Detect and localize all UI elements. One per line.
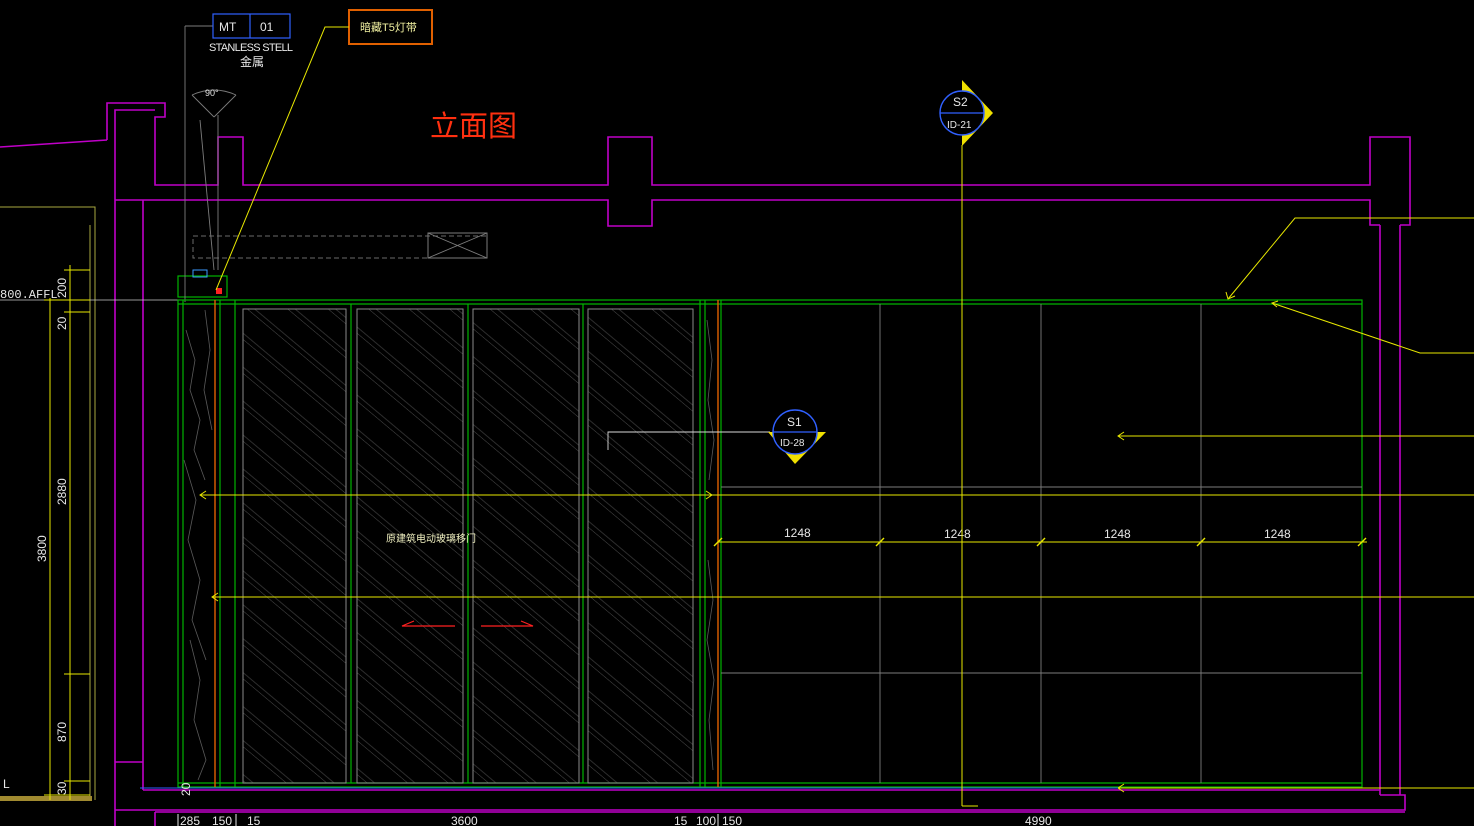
marble-vein [185,329,206,481]
floor-slab [115,794,1406,811]
panel-dimension-3: 1248 [1104,527,1131,541]
light-beam-line [199,119,215,271]
width-dim-15: 15 [247,814,261,826]
marble-vein [706,319,715,481]
width-dim-150b: 150 [722,814,742,826]
glass-panel-3 [472,308,580,784]
wall-finish [177,299,1363,788]
width-dimensions: 285 150 15 3600 15 100 150 4990 [177,814,1052,826]
material-code: MT [219,20,237,34]
material-number: 01 [260,20,274,34]
right-panel-grid [721,304,1362,783]
glass-panel-1 [242,308,347,784]
width-dim-15b: 15 [674,814,688,826]
ceiling-slab-top [106,102,1411,226]
affl-level-label: 800.AFFL [0,288,58,302]
light-strip-leader [215,26,349,291]
height-dim-30: 30 [55,781,69,795]
section-id: S2 [953,95,968,109]
height-dim-20: 20 [55,316,69,330]
level-mark: L [3,777,10,791]
height-dim-870: 870 [55,722,69,742]
section-ref: ID-28 [780,438,805,449]
height-dim-2880: 2880 [55,478,69,505]
glass-panel-2 [356,308,464,784]
finish-leader-mid [1271,302,1474,354]
width-dim-285: 285 [180,814,200,826]
ground-hatch [0,796,92,801]
material-tag: MT 01 STANLESS STELL 金属 [184,13,293,302]
drawing-title: 立面图 [430,110,517,143]
finish-leader-top [1227,217,1474,300]
panel-dimension-4: 1248 [1264,527,1291,541]
section-marker-s2[interactable]: S2 ID-21 [939,80,993,807]
ceiling-beam-bottom [115,199,1380,227]
light-strip-label: 暗藏T5灯带 [360,20,417,34]
height-dimensions: 800.AFFL 200 20 2880 3800 870 30 20 L [0,265,193,800]
panel-dimension-2: 1248 [944,527,971,541]
exterior-roof-line [0,139,108,148]
height-dim-200: 200 [55,278,69,298]
panel-dimension-1: 1248 [784,526,811,540]
angle-label: 90° [205,88,219,98]
section-id: S1 [787,415,802,429]
floor-dim-20: 20 [179,782,193,796]
marble-vein [183,459,207,661]
material-name-en: STANLESS STELL [209,42,293,54]
elevation-drawing: 90° MT 01 STANLESS STELL 金属 暗藏T5灯带 立面图 原… [0,0,1474,826]
marble-vein [706,559,715,771]
width-dim-3600: 3600 [451,814,478,826]
width-dim-4990: 4990 [1025,814,1052,826]
width-dim-100: 100 [696,814,716,826]
angle-leg [213,94,237,118]
door-label: 原建筑电动玻璃移门 [386,532,476,545]
width-dim-150: 150 [212,814,232,826]
height-dim-3800: 3800 [35,535,49,562]
glass-panel-4 [587,308,694,784]
finish-outer-frame [177,299,1363,788]
section-ref: ID-21 [947,120,972,131]
marble-vein [203,309,213,431]
angle-leg [191,94,215,118]
left-wall-outer [114,109,155,826]
marble-vein [189,639,207,781]
exterior-ledge [0,206,96,225]
material-name-cn: 金属 [240,54,264,69]
height-dim-ticks [44,269,90,796]
glass-sliding-door: 原建筑电动玻璃移门 [242,304,694,784]
